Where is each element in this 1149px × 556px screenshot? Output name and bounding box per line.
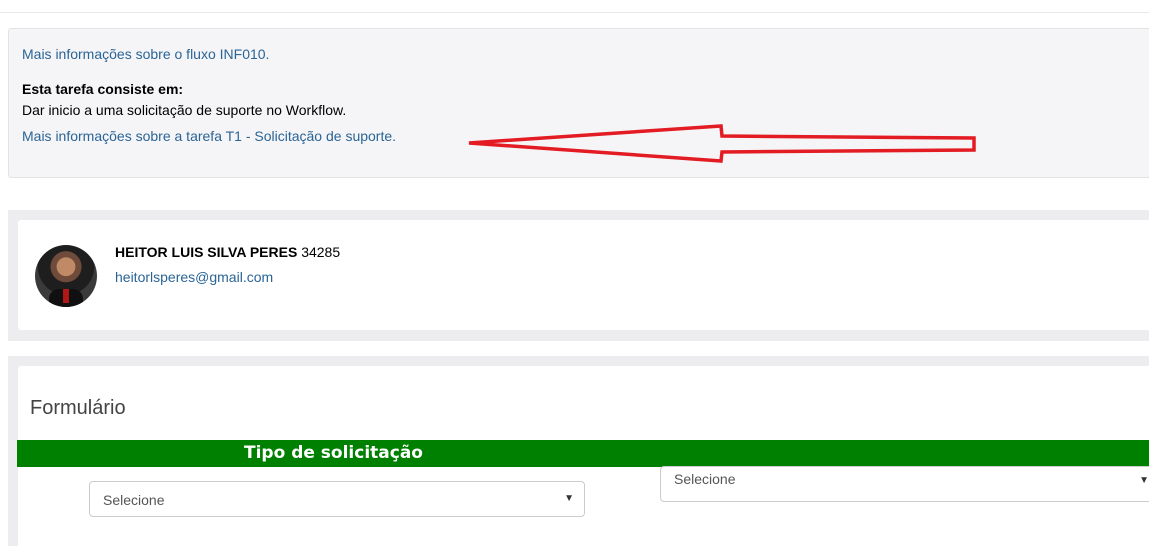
user-section: HEITOR LUIS SILVA PERES 34285 heitorlspe…	[8, 210, 1149, 341]
user-name-line: HEITOR LUIS SILVA PERES 34285	[115, 244, 340, 260]
caret-down-icon: ▼	[1139, 475, 1149, 486]
task-heading: Esta tarefa consiste em:	[22, 81, 184, 97]
task-description: Dar inicio a uma solicitação de suporte …	[22, 102, 347, 118]
form-title: Formulário	[30, 397, 126, 419]
request-type-select[interactable]: Selecione ▼	[89, 481, 585, 517]
top-divider	[0, 12, 1149, 13]
user-name: HEITOR LUIS SILVA PERES	[115, 244, 298, 260]
select-value: Selecione	[103, 492, 165, 508]
section-header-label: Tipo de solicitação	[244, 443, 423, 463]
user-id: 34285	[301, 244, 341, 260]
task-info-link[interactable]: Mais informações sobre a tarefa T1 - Sol…	[22, 128, 396, 144]
user-card: HEITOR LUIS SILVA PERES 34285 heitorlspe…	[18, 220, 1149, 330]
avatar	[35, 245, 97, 307]
section-header-bar: Tipo de solicitação	[17, 440, 1149, 467]
caret-down-icon: ▼	[564, 493, 574, 504]
form-card: Formulário Tipo de solicitação Selecione…	[17, 366, 1149, 556]
user-email-link[interactable]: heitorlsperes@gmail.com	[115, 269, 273, 285]
avatar-tie	[63, 289, 69, 303]
flow-info-link[interactable]: Mais informações sobre o fluxo INF010.	[22, 46, 269, 62]
select-value: Selecione	[674, 471, 736, 487]
form-section: Formulário Tipo de solicitação Selecione…	[8, 356, 1149, 556]
request-subtype-select[interactable]: Selecione ▼	[660, 466, 1149, 502]
red-arrow-icon	[468, 124, 976, 163]
